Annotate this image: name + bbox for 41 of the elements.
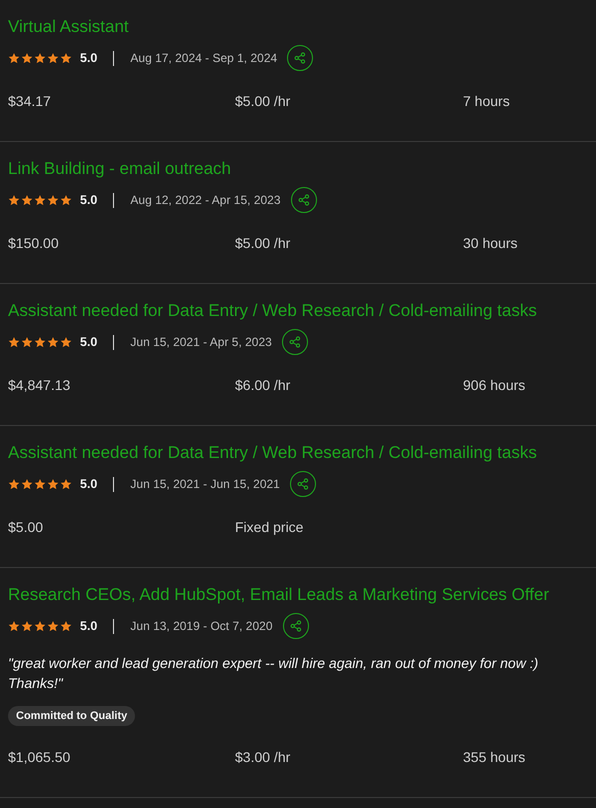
hours-worked: 906 hours [463,376,526,394]
job-dates: Jun 15, 2021 - Jun 15, 2021 [130,477,280,491]
amount-earned: $1,065.50 [8,748,72,766]
hours-worked: 355 hours [463,748,526,766]
share-button[interactable] [290,471,316,497]
rating-value: 5.0 [80,335,98,349]
rating-value: 5.0 [80,51,98,65]
job-dates: Jun 13, 2019 - Oct 7, 2020 [130,619,272,633]
job-title[interactable]: Link Building - email outreach [8,158,588,180]
pay-rate: $5.00 /hr [235,234,292,252]
share-icon [298,194,310,206]
share-button[interactable] [287,45,314,71]
share-icon [288,336,301,348]
amount-earned: $150.00 [8,234,60,252]
amount-earned: $5.00 [8,518,44,536]
tag-chip: Committed to Quality [8,706,136,726]
job-title[interactable]: Assistant needed for Data Entry / Web Research / Cold-emailing tasks [8,300,588,322]
amount-earned: $34.17 [8,92,52,110]
job-dates: Aug 12, 2022 - Apr 15, 2023 [130,193,281,207]
hours-worked: 7 hours [463,92,511,110]
share-button[interactable] [282,329,308,355]
job-title[interactable]: Research CEOs, Add HubSpot, Email Leads a Marketing Services Offer [8,584,588,606]
pay-rate: $3.00 /hr [235,748,292,766]
job-dates: Jun 15, 2021 - Apr 5, 2023 [130,335,272,349]
share-icon [294,52,306,64]
job-title[interactable]: Assistant needed for Data Entry / Web Research / Cold-emailing tasks [8,442,588,464]
share-icon [290,620,302,632]
rating-value: 5.0 [80,193,98,207]
share-button[interactable] [290,187,317,213]
pay-rate: $5.00 /hr [235,92,292,110]
share-icon [296,478,309,490]
review-quote: "great worker and lead generation expert -- will hire again, ran out of money for now :) Thanks!" [8,654,540,693]
job-dates: Aug 17, 2024 - Sep 1, 2024 [130,51,278,65]
rating-value: 5.0 [80,477,98,491]
share-button[interactable] [282,613,308,639]
pay-rate: Fixed price [235,518,304,536]
amount-earned: $4,847.13 [8,376,72,394]
hours-worked: 30 hours [463,234,518,252]
pay-rate: $6.00 /hr [235,376,292,394]
rating-value: 5.0 [80,619,98,633]
job-title[interactable]: Virtual Assistant [8,16,588,38]
